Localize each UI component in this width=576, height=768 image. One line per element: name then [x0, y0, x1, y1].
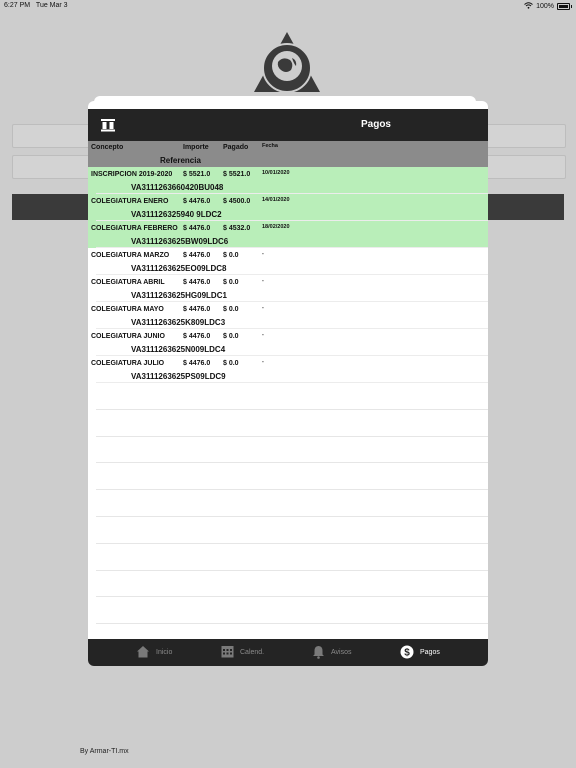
row-pagado: $ 0.0: [223, 306, 239, 313]
payment-row[interactable]: COLEGIATURA ENERO $ 4476.0 $ 4500.0 14/0…: [88, 194, 488, 221]
status-time: 6:27 PM Tue Mar 3: [4, 2, 68, 9]
battery-icon: [557, 3, 572, 10]
row-referencia: VA3111263625N009LDC4: [131, 345, 226, 354]
row-importe: $ 5521.0: [183, 171, 211, 178]
payment-row[interactable]: COLEGIATURA JULIO $ 4476.0 $ 0.0 - VA311…: [88, 356, 488, 383]
row-importe: $ 4476.0: [183, 333, 211, 340]
row-pagado: $ 0.0: [223, 333, 239, 340]
wifi-icon: [524, 2, 533, 11]
row-concepto: COLEGIATURA JULIO: [91, 360, 165, 367]
battery-percent: 100%: [536, 3, 554, 10]
payments-list: INSCRIPCION 2019-2020 $ 5521.0 $ 5521.0 …: [88, 167, 488, 383]
col-concepto: Concepto: [91, 144, 124, 151]
row-referencia: VA3111263625HG09LDC1: [131, 291, 227, 300]
tab-label: Avisos: [331, 649, 352, 656]
row-pagado: $ 4500.0: [223, 198, 251, 205]
column-header: Concepto Importe Pagado Fecha Referencia: [88, 141, 488, 167]
row-referencia: VA3111263625PS09LDC9: [131, 372, 226, 381]
row-fecha: -: [262, 359, 264, 365]
payment-row[interactable]: INSCRIPCION 2019-2020 $ 5521.0 $ 5521.0 …: [88, 167, 488, 194]
col-pagado: Pagado: [223, 144, 249, 151]
row-referencia: VA3111263625K809LDC3: [131, 318, 226, 327]
dollar-icon: $: [400, 645, 414, 661]
row-concepto: COLEGIATURA JUNIO: [91, 333, 165, 340]
svg-text:$: $: [404, 647, 410, 658]
row-referencia: VA311126325940 9LDC2: [131, 210, 222, 219]
row-importe: $ 4476.0: [183, 225, 211, 232]
date-text: Tue Mar 3: [35, 2, 68, 9]
col-referencia: Referencia: [160, 156, 201, 165]
row-fecha: 18/02/2020: [262, 224, 290, 230]
row-fecha: 14/01/2020: [262, 197, 290, 203]
modal-title: Pagos: [360, 119, 391, 130]
row-pagado: $ 0.0: [223, 252, 239, 259]
row-importe: $ 4476.0: [183, 198, 211, 205]
row-importe: $ 4476.0: [183, 360, 211, 367]
tab-bar: Inicio Calend. Avisos $ Pagos: [88, 639, 488, 666]
row-fecha: -: [262, 332, 264, 338]
credit-text: By Armar-TI.mx: [80, 748, 129, 755]
row-importe: $ 4476.0: [183, 252, 211, 259]
status-bar: 6:27 PM Tue Mar 3 100%: [0, 0, 576, 12]
modal-header: Pagos: [88, 109, 488, 141]
row-importe: $ 4476.0: [183, 279, 211, 286]
tab-avisos[interactable]: Avisos: [312, 639, 352, 666]
row-fecha: 10/01/2020: [262, 170, 290, 176]
row-referencia: VA3111263625BW09LDC6: [131, 237, 229, 246]
status-right: 100%: [524, 2, 572, 11]
payment-row[interactable]: COLEGIATURA FEBRERO $ 4476.0 $ 4532.0 18…: [88, 221, 488, 248]
row-fecha: -: [262, 278, 264, 284]
payment-row[interactable]: COLEGIATURA MARZO $ 4476.0 $ 0.0 - VA311…: [88, 248, 488, 275]
payment-row[interactable]: COLEGIATURA JUNIO $ 4476.0 $ 0.0 - VA311…: [88, 329, 488, 356]
row-importe: $ 4476.0: [183, 306, 211, 313]
calendar-icon: [221, 645, 234, 660]
row-pagado: $ 5521.0: [223, 171, 251, 178]
row-referencia: VA3111263625EO09LDC8: [131, 264, 227, 273]
col-importe: Importe: [183, 144, 209, 151]
row-pagado: $ 0.0: [223, 360, 239, 367]
tab-label: Inicio: [156, 649, 173, 656]
tab-label: Pagos: [420, 649, 440, 656]
row-concepto: COLEGIATURA FEBRERO: [91, 225, 178, 232]
row-fecha: -: [262, 305, 264, 311]
home-icon: [136, 645, 150, 660]
empty-table-lines: [96, 383, 488, 625]
row-referencia: VA3111263660420BU048: [131, 183, 224, 192]
row-concepto: COLEGIATURA MAYO: [91, 306, 164, 313]
pillars-icon[interactable]: [100, 118, 116, 137]
tab-pagos[interactable]: $ Pagos: [400, 639, 440, 666]
tab-calend[interactable]: Calend.: [221, 639, 264, 666]
bell-icon: [312, 645, 325, 661]
payment-row[interactable]: COLEGIATURA ABRIL $ 4476.0 $ 0.0 - VA311…: [88, 275, 488, 302]
school-logo: [250, 30, 324, 100]
payment-row[interactable]: COLEGIATURA MAYO $ 4476.0 $ 0.0 - VA3111…: [88, 302, 488, 329]
time-text: 6:27 PM: [4, 2, 31, 9]
row-concepto: COLEGIATURA ABRIL: [91, 279, 165, 286]
row-fecha: -: [262, 251, 264, 257]
tab-label: Calend.: [240, 649, 265, 656]
row-concepto: INSCRIPCION 2019-2020: [91, 171, 173, 178]
row-concepto: COLEGIATURA ENERO: [91, 198, 169, 205]
row-pagado: $ 4532.0: [223, 225, 251, 232]
tab-inicio[interactable]: Inicio: [136, 639, 172, 666]
col-fecha: Fecha: [262, 143, 278, 149]
row-pagado: $ 0.0: [223, 279, 239, 286]
row-concepto: COLEGIATURA MARZO: [91, 252, 170, 259]
payments-modal: Pagos Concepto Importe Pagado Fecha Refe…: [88, 101, 488, 666]
